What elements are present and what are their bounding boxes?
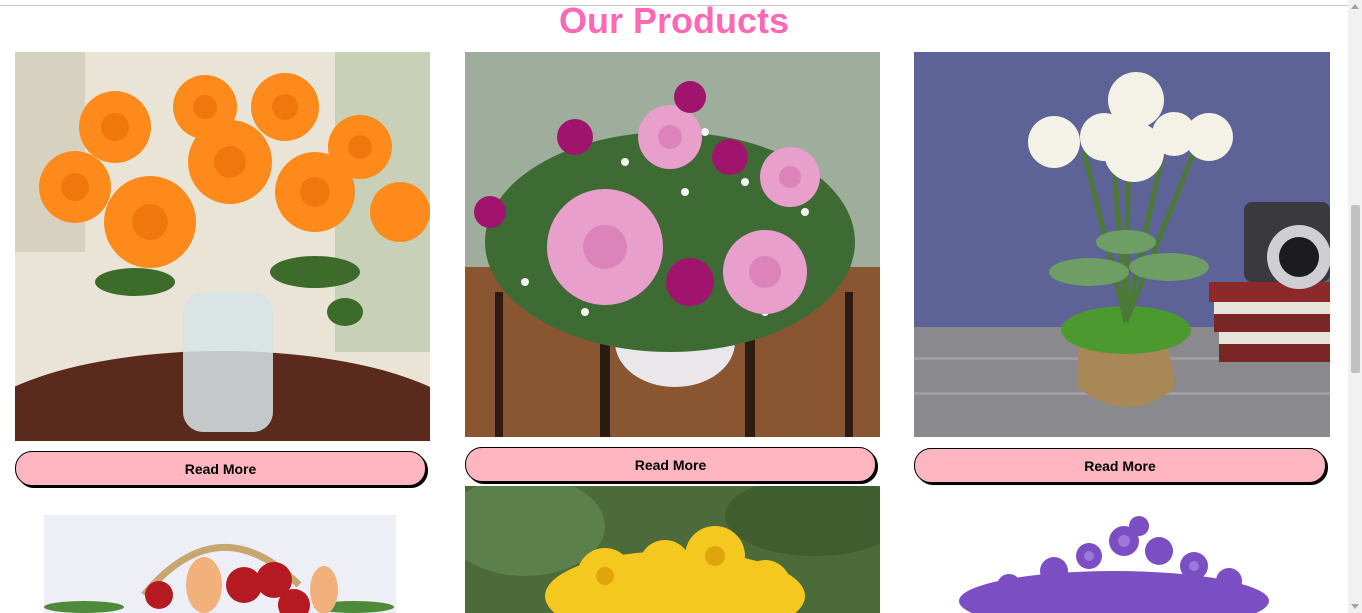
section-title: Our Products: [558, 0, 790, 41]
product-image[interactable]: [15, 52, 430, 441]
scroll-up-icon[interactable]: [1351, 4, 1359, 9]
scrollbar-thumb[interactable]: [1351, 205, 1360, 373]
vertical-scrollbar[interactable]: [1348, 0, 1362, 613]
scroll-down-icon[interactable]: [1351, 604, 1359, 609]
product-image[interactable]: [465, 52, 880, 437]
read-more-button[interactable]: Read More: [15, 451, 426, 486]
product-image[interactable]: [914, 52, 1330, 437]
product-image[interactable]: [914, 486, 1330, 613]
read-more-button[interactable]: Read More: [914, 448, 1326, 483]
product-image[interactable]: [44, 515, 396, 613]
product-image[interactable]: [465, 486, 880, 613]
read-more-button[interactable]: Read More: [465, 447, 876, 482]
